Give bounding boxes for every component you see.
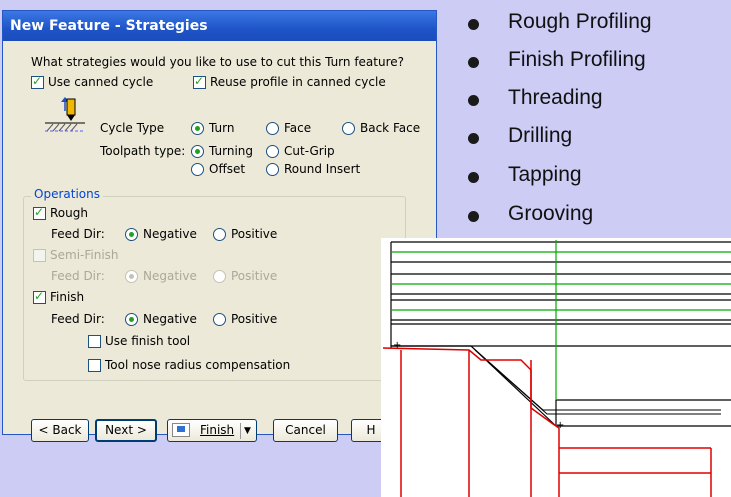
finish-flag-icon: [172, 423, 190, 437]
semi-finish-positive-radio[interactable]: [213, 270, 226, 283]
toolpath-cut-grip-radio[interactable]: [266, 145, 279, 158]
toolpath-offset-label: Offset: [209, 162, 246, 176]
strategies-dialog: New Feature - Strategies What strategies…: [2, 10, 437, 442]
cycle-face-radio[interactable]: [266, 122, 279, 135]
toolpath-offset-radio[interactable]: [191, 163, 204, 176]
finish-checkbox[interactable]: [33, 289, 46, 304]
dialog-title: New Feature - Strategies: [3, 11, 436, 41]
operations-group-label: Operations: [31, 187, 103, 201]
finish-feed-dir-label: Feed Dir:: [51, 312, 105, 326]
cycle-back-face-radio[interactable]: [342, 122, 355, 135]
turn-tool-icon: [45, 97, 85, 132]
cycle-type-label: Cycle Type: [100, 121, 165, 135]
dialog-prompt: What strategies would you like to use to…: [31, 55, 405, 69]
bullet-dot-icon: [468, 211, 479, 222]
finish-button[interactable]: Finish ▼: [167, 419, 257, 442]
rough-negative-label: Negative: [143, 227, 197, 241]
tool-nose-label: Tool nose radius compensation: [105, 358, 291, 372]
toolpath-turning-label: Turning: [209, 144, 253, 158]
bullet-dot-icon: [468, 133, 479, 144]
semi-finish-negative-label: Negative: [143, 269, 197, 283]
finish-dropdown-icon[interactable]: ▼: [240, 423, 254, 439]
bullet-dot-icon: [468, 95, 479, 106]
bullet-dot-icon: [468, 57, 479, 68]
toolpath-type-label: Toolpath type:: [100, 144, 186, 158]
reuse-profile-label: Reuse profile in canned cycle: [210, 75, 386, 89]
rough-label: Rough: [50, 206, 88, 220]
toolpath-turning-radio[interactable]: [191, 145, 204, 158]
finish-positive-label: Positive: [231, 312, 278, 326]
cycle-turn-radio[interactable]: [191, 122, 204, 135]
toolpath-cut-grip-label: Cut-Grip: [284, 144, 335, 158]
cycle-face-label: Face: [284, 121, 312, 135]
semi-finish-negative-radio[interactable]: [125, 270, 138, 283]
semi-finish-label: Semi-Finish: [50, 248, 119, 262]
cancel-button[interactable]: Cancel: [273, 419, 338, 442]
bullet-dot-icon: [468, 19, 479, 30]
rough-checkbox[interactable]: [33, 205, 46, 220]
semi-finish-positive-label: Positive: [231, 269, 278, 283]
dialog-body: What strategies would you like to use to…: [3, 41, 436, 442]
bullet-dot-icon: [468, 172, 479, 183]
rough-negative-radio[interactable]: [125, 228, 138, 241]
operations-group: [23, 196, 406, 381]
finish-positive-radio[interactable]: [213, 313, 226, 326]
semi-finish-feed-dir-label: Feed Dir:: [51, 269, 105, 283]
finish-button-label: Finish: [200, 423, 235, 437]
finish-label: Finish: [50, 290, 85, 304]
use-canned-cycle-checkbox[interactable]: [31, 74, 44, 89]
finish-negative-radio[interactable]: [125, 313, 138, 326]
rough-positive-radio[interactable]: [213, 228, 226, 241]
use-finish-tool-label: Use finish tool: [105, 334, 191, 348]
rough-positive-label: Positive: [231, 227, 278, 241]
rough-feed-dir-label: Feed Dir:: [51, 227, 105, 241]
svg-text:+: +: [393, 340, 401, 351]
reuse-profile-checkbox[interactable]: [193, 74, 206, 89]
svg-text:+: +: [556, 420, 564, 431]
cycle-back-face-label: Back Face: [360, 121, 421, 135]
next-button[interactable]: Next >: [95, 419, 157, 442]
semi-finish-checkbox[interactable]: [33, 249, 46, 262]
back-button[interactable]: < Back: [31, 419, 89, 442]
cycle-turn-label: Turn: [209, 121, 235, 135]
tool-nose-checkbox[interactable]: [88, 359, 101, 372]
finish-negative-label: Negative: [143, 312, 197, 326]
toolpath-preview: + +: [381, 238, 731, 497]
toolpath-round-insert-label: Round Insert: [284, 162, 361, 176]
use-canned-cycle-label: Use canned cycle: [48, 75, 154, 89]
use-finish-tool-checkbox[interactable]: [88, 335, 101, 348]
toolpath-round-insert-radio[interactable]: [266, 163, 279, 176]
